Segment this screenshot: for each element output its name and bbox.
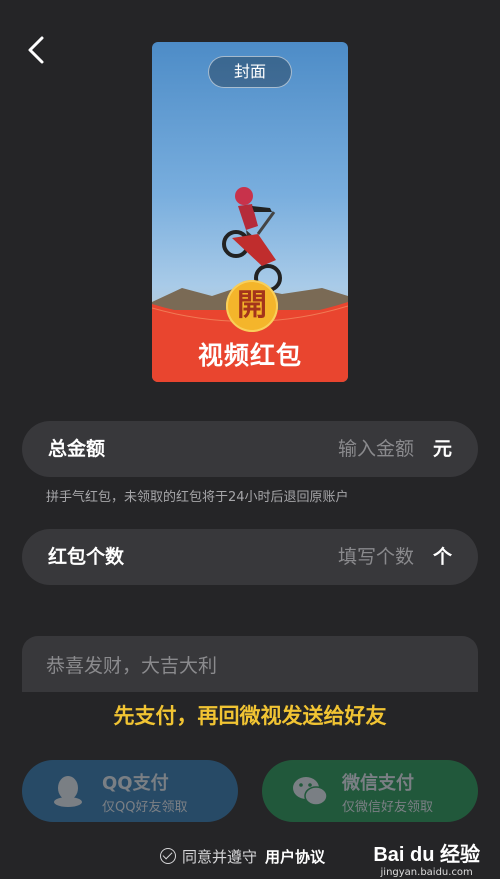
motocross-rider-image	[222, 187, 282, 292]
baidu-watermark: Bai du 经验 jingyan.baidu.com	[373, 838, 480, 878]
agreement-text: 同意并遵守	[182, 848, 258, 866]
cover-title: 视频红包	[197, 341, 302, 370]
count-field[interactable]: 红包个数 填写个数 个	[22, 529, 478, 585]
agreement: 同意并遵守 用户协议	[160, 846, 325, 867]
count-input[interactable]: 填写个数	[338, 529, 414, 585]
qq-pay-title: QQ支付	[102, 773, 169, 794]
amount-field[interactable]: 总金额 输入金额 元	[22, 421, 478, 477]
amount-input[interactable]: 输入金额	[338, 421, 414, 477]
cover-preview[interactable]: 封面 開 视频红包	[152, 42, 348, 382]
user-agreement-link[interactable]: 用户协议	[265, 848, 325, 866]
wechat-pay-subtitle: 仅微信好友领取	[342, 800, 434, 815]
watermark-site: jingyan.baidu.com	[380, 867, 473, 878]
pay-notice: 先支付，再回微视发送给好友	[113, 704, 387, 728]
qq-pay-subtitle: 仅QQ好友领取	[102, 800, 188, 815]
open-coin-icon: 開	[226, 280, 278, 332]
count-label: 红包个数	[48, 546, 125, 568]
check-circle-icon[interactable]	[160, 848, 176, 864]
back-button[interactable]	[22, 32, 52, 68]
qq-pay-button[interactable]: QQ支付 仅QQ好友领取	[22, 760, 238, 822]
greeting-input[interactable]: 恭喜发财，大吉大利	[22, 636, 478, 692]
watermark-brand: Bai du 经验	[373, 844, 480, 866]
chevron-left-icon	[28, 36, 44, 64]
wechat-icon	[293, 777, 328, 806]
wechat-pay-button[interactable]: 微信支付 仅微信好友领取	[262, 760, 478, 822]
qq-penguin-icon	[54, 776, 82, 807]
count-unit: 个	[432, 546, 452, 568]
amount-hint: 拼手气红包，未领取的红包将于24小时后退回原账户	[46, 490, 349, 505]
wechat-pay-title: 微信支付	[342, 773, 414, 794]
cover-tag[interactable]: 封面	[208, 56, 292, 88]
amount-unit: 元	[432, 438, 452, 460]
amount-label: 总金额	[48, 438, 106, 460]
greeting-placeholder: 恭喜发财，大吉大利	[46, 655, 218, 677]
